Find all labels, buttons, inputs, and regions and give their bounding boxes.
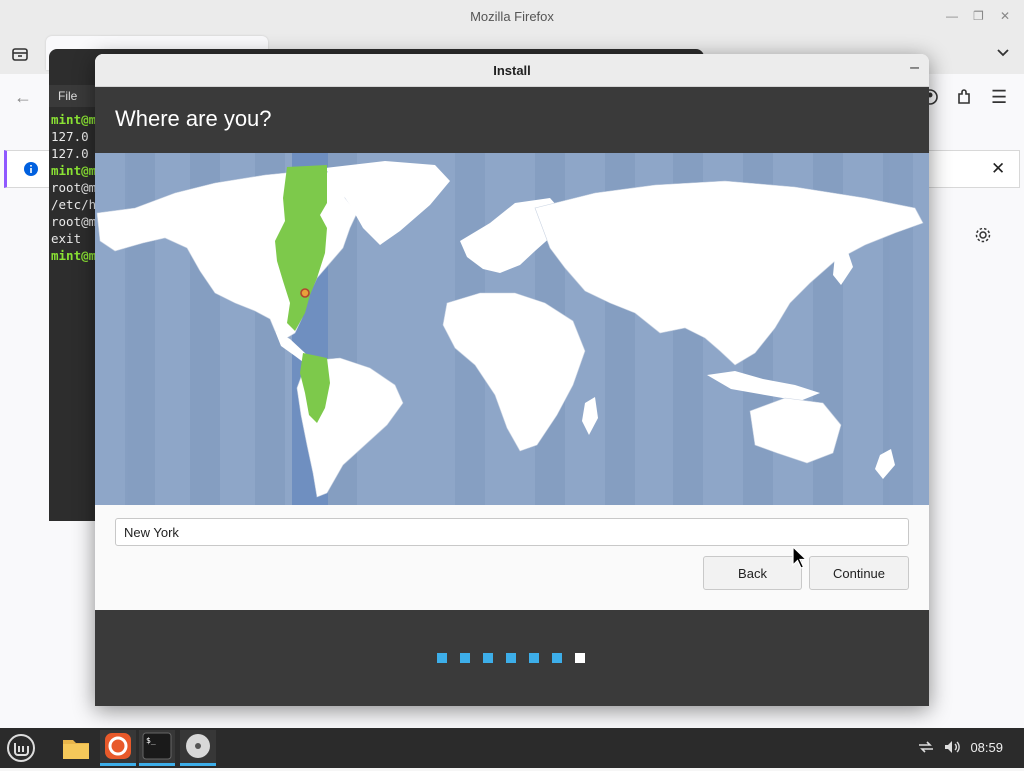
- terminal-line: exit: [51, 231, 82, 246]
- install-titlebar[interactable]: Install –: [95, 54, 929, 87]
- volume-icon[interactable]: [943, 738, 961, 761]
- info-icon: [23, 161, 39, 182]
- page-title: Where are you?: [115, 106, 272, 131]
- timezone-world-map[interactable]: [95, 153, 929, 505]
- terminal-output: mint@m 127.0 127.0 mint@m root@m/etc/h root@m…: [51, 111, 96, 264]
- close-notification-icon[interactable]: ✕: [991, 159, 1005, 179]
- installer-disc-icon[interactable]: [180, 730, 216, 766]
- terminal-line: mint@m: [51, 163, 97, 178]
- minimize-icon[interactable]: –: [910, 59, 919, 77]
- continue-button[interactable]: Continue: [809, 556, 909, 590]
- firefox-window-title: Mozilla Firefox: [470, 9, 554, 24]
- terminal-line: 127.0: [51, 146, 89, 161]
- tab-manager-icon[interactable]: [11, 45, 29, 66]
- mouse-cursor-icon: [792, 546, 808, 569]
- back-arrow-icon[interactable]: ←: [14, 88, 32, 106]
- back-button[interactable]: Back: [703, 556, 802, 590]
- progress-step: [506, 653, 516, 663]
- extensions-icon[interactable]: [955, 88, 973, 109]
- timezone-input[interactable]: [115, 518, 909, 546]
- progress-step: [529, 653, 539, 663]
- terminal-line: mint@m: [51, 248, 97, 263]
- progress-step: [460, 653, 470, 663]
- terminal-line: /etc/h: [51, 197, 97, 212]
- firefox-icon[interactable]: [100, 730, 136, 766]
- terminal-line: mint@m: [51, 112, 97, 127]
- svg-text:$_: $_: [146, 736, 156, 745]
- progress-step-current: [575, 653, 585, 663]
- terminal-line: root@m: [51, 214, 97, 229]
- terminal-menu-file[interactable]: File: [58, 89, 77, 103]
- install-footer: [95, 610, 929, 706]
- progress-step: [552, 653, 562, 663]
- install-dialog: Install – Where are you? New York Back C…: [95, 54, 929, 706]
- menu-icon[interactable]: [3, 730, 39, 766]
- install-header: Where are you?: [95, 87, 929, 153]
- city-marker-icon: [300, 288, 310, 298]
- progress-step: [437, 653, 447, 663]
- terminal-line: 127.0: [51, 129, 89, 144]
- clock[interactable]: 08:59: [970, 740, 1003, 755]
- chevron-down-icon[interactable]: [995, 44, 1011, 63]
- close-icon[interactable]: ✕: [1000, 9, 1010, 23]
- files-icon[interactable]: [58, 730, 94, 766]
- minimize-icon[interactable]: —: [946, 9, 958, 23]
- hamburger-menu-icon[interactable]: ☰: [991, 88, 1007, 106]
- firefox-titlebar: Mozilla Firefox — ❐ ✕: [0, 0, 1024, 34]
- taskbar: $_ 08:59: [0, 728, 1024, 768]
- settings-gear-icon[interactable]: [974, 226, 992, 247]
- terminal-line: root@m: [51, 180, 97, 195]
- install-window-title: Install: [493, 63, 531, 78]
- maximize-icon[interactable]: ❐: [973, 9, 984, 23]
- network-icon[interactable]: [917, 738, 935, 761]
- progress-step: [483, 653, 493, 663]
- terminal-icon[interactable]: $_: [139, 730, 175, 766]
